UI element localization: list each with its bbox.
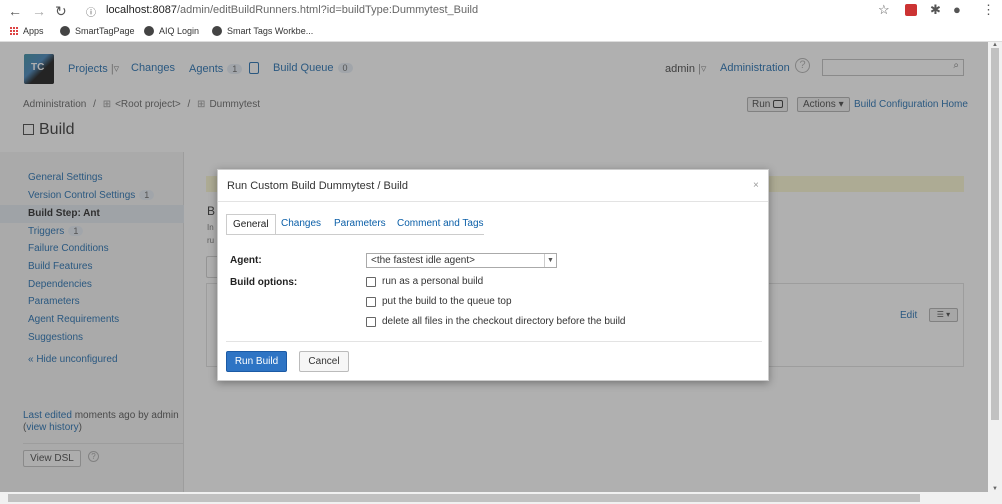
run-custom-build-dialog: Run Custom Build Dummytest / Build × Gen…: [217, 169, 769, 381]
divider: [218, 201, 768, 202]
dialog-title: Run Custom Build Dummytest / Build: [227, 180, 408, 192]
divider: [226, 341, 762, 342]
tab-general[interactable]: General: [226, 214, 276, 235]
bookmark-smart-tags-workbench[interactable]: Smart Tags Workbe...: [212, 26, 313, 36]
address-bar[interactable]: localhost:8087/admin/editBuildRunners.ht…: [106, 4, 478, 16]
run-build-button[interactable]: Run Build: [226, 351, 287, 372]
bookmarks-bar: Apps SmartTagPage AIQ Login Smart Tags W…: [0, 22, 1002, 42]
extension-icon[interactable]: [905, 4, 917, 16]
menu-icon[interactable]: ⋮: [982, 2, 995, 18]
build-options-label: Build options:: [230, 277, 298, 288]
bookmark-label: Smart Tags Workbe...: [227, 26, 314, 36]
back-arrow-icon[interactable]: ←: [8, 3, 22, 19]
tabs-divider: [226, 234, 484, 235]
bookmark-smarttagpage[interactable]: SmartTagPage: [60, 26, 135, 36]
globe-icon: [144, 26, 154, 36]
cancel-button[interactable]: Cancel: [299, 351, 349, 372]
puzzle-icon[interactable]: ✱: [930, 2, 941, 18]
option-label: run as a personal build: [382, 276, 484, 287]
chevron-down-icon[interactable]: ▼: [544, 254, 556, 267]
account-icon[interactable]: ●: [953, 2, 961, 17]
queue-top-option[interactable]: put the build to the queue top: [366, 296, 512, 307]
scrollbar-corner: [988, 492, 1002, 504]
tab-comment-and-tags[interactable]: Comment and Tags: [391, 214, 490, 235]
bookmark-apps[interactable]: Apps: [10, 26, 44, 36]
globe-icon: [60, 26, 70, 36]
clean-checkout-checkbox[interactable]: [366, 316, 376, 327]
queue-top-checkbox[interactable]: [366, 296, 376, 307]
bookmark-label: AIQ Login: [159, 26, 200, 36]
star-icon[interactable]: ☆: [878, 2, 890, 18]
scrollbar-thumb[interactable]: [8, 494, 920, 502]
agent-label: Agent:: [230, 255, 262, 266]
personal-build-option[interactable]: run as a personal build: [366, 276, 483, 287]
url-host: localhost:8087: [106, 4, 177, 16]
browser-toolbar: ← → ↻ ⓘ localhost:8087/admin/editBuildRu…: [0, 0, 1002, 22]
tab-parameters[interactable]: Parameters: [328, 214, 392, 235]
option-label: put the build to the queue top: [382, 296, 512, 307]
agent-select[interactable]: <the fastest idle agent> ▼: [366, 253, 557, 268]
forward-arrow-icon[interactable]: →: [32, 3, 46, 19]
agent-selected-value: <the fastest idle agent>: [371, 255, 475, 266]
apps-grid-icon: [10, 27, 18, 35]
bookmark-label: Apps: [23, 26, 44, 36]
bookmark-label: SmartTagPage: [75, 26, 135, 36]
close-icon[interactable]: ×: [753, 180, 759, 191]
bookmark-aiq-login[interactable]: AIQ Login: [144, 26, 199, 36]
horizontal-scrollbar[interactable]: [0, 492, 988, 504]
info-icon[interactable]: ⓘ: [86, 4, 96, 19]
tab-changes[interactable]: Changes: [275, 214, 327, 235]
scrollbar-thumb[interactable]: [991, 48, 999, 420]
personal-build-checkbox[interactable]: [366, 276, 376, 287]
globe-icon: [212, 26, 222, 36]
reload-icon[interactable]: ↻: [55, 3, 67, 20]
vertical-scrollbar[interactable]: ▲ ▼: [988, 42, 1002, 492]
option-label: delete all files in the checkout directo…: [382, 316, 626, 327]
clean-checkout-option[interactable]: delete all files in the checkout directo…: [366, 316, 625, 327]
url-path: /admin/editBuildRunners.html?id=buildTyp…: [176, 4, 479, 16]
